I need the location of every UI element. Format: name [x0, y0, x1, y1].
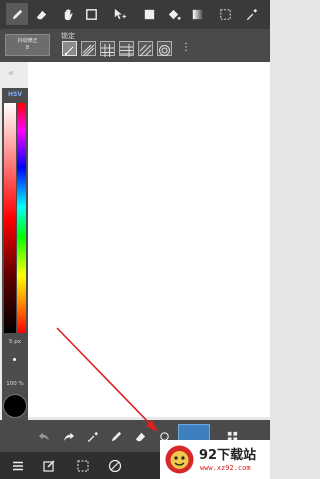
watermark: 92下载站 www.xz92.com [160, 440, 270, 479]
select-icon [77, 460, 89, 472]
action-pen-button[interactable] [108, 428, 124, 444]
app-root: 抖动修正 8 锁定 ⋮ « HSV 5 px 100 % 92下载站 www.x… [0, 0, 270, 479]
move-tool-button[interactable] [108, 3, 130, 25]
eyedropper-icon [246, 8, 257, 20]
bucket-tool-button[interactable] [162, 3, 184, 25]
fill-rect-button[interactable] [138, 3, 160, 25]
hand-tool-button[interactable] [57, 3, 79, 25]
gradient-tool-button[interactable] [186, 3, 208, 25]
pen-icon [12, 9, 22, 19]
saturation-value-slider[interactable] [4, 103, 16, 333]
edit-button[interactable] [40, 457, 58, 475]
marquee-icon [219, 8, 231, 20]
drawing-canvas[interactable] [28, 62, 270, 417]
current-color-swatch[interactable] [3, 394, 27, 418]
snap-label: 锁定 [61, 32, 75, 40]
stabilizer-button[interactable]: 抖动修正 8 [5, 34, 50, 56]
eyedropper-icon [87, 431, 98, 442]
gradient-icon [192, 9, 202, 19]
hue-slider[interactable] [17, 103, 26, 333]
menu-button[interactable] [9, 457, 27, 475]
snap-off-icon [65, 46, 74, 55]
snap-parallel-icon [82, 44, 95, 57]
eyedropper-tool-button[interactable] [240, 3, 262, 25]
eraser-tool-button[interactable] [30, 3, 52, 25]
hsv-label[interactable]: HSV [2, 91, 28, 98]
snap-circle-button[interactable] [157, 41, 172, 56]
square-select-icon [85, 8, 97, 20]
action-bar-left [0, 420, 28, 452]
top-toolbar [0, 0, 270, 29]
collapse-panel-button[interactable]: « [8, 68, 14, 79]
marquee-tool-button[interactable] [214, 3, 236, 25]
action-eraser-button[interactable] [132, 428, 148, 444]
select-button[interactable] [74, 457, 92, 475]
undo-button[interactable] [36, 428, 52, 444]
fill-rect-icon [144, 9, 154, 19]
more-options-button[interactable]: ⋮ [181, 41, 191, 55]
brush-size-preview [13, 358, 16, 361]
sub-toolbar: 抖动修正 8 锁定 ⋮ [0, 29, 270, 62]
redo-icon [63, 432, 74, 441]
menu-icon [13, 461, 23, 471]
watermark-url: www.xz92.com [200, 464, 251, 472]
transform-icon [108, 459, 122, 473]
bucket-icon [168, 9, 181, 20]
snap-perspective-button[interactable] [138, 41, 153, 57]
snap-radial-button[interactable] [119, 41, 134, 57]
hand-icon [64, 8, 73, 20]
opacity-label[interactable]: 100 % [2, 381, 28, 387]
action-eyedropper-button[interactable] [84, 428, 100, 444]
edit-icon [43, 460, 55, 472]
snap-grid-icon [101, 44, 114, 57]
watermark-logo-icon [165, 445, 194, 474]
brush-size-label[interactable]: 5 px [2, 339, 28, 345]
stabilizer-value: 8 [25, 45, 30, 51]
snap-perspective-icon [139, 44, 152, 57]
eraser-icon [36, 10, 46, 19]
move-icon [114, 8, 126, 19]
watermark-title: 92下载站 [199, 448, 257, 463]
snap-radial-icon [120, 44, 133, 57]
undo-icon [38, 432, 49, 441]
snap-grid-button[interactable] [100, 41, 115, 57]
color-panel: HSV 5 px 100 % [2, 88, 28, 420]
snap-circle-icon [159, 45, 170, 56]
pen-icon [111, 431, 121, 441]
stabilizer-label: 抖动修正 [17, 38, 38, 44]
redo-button[interactable] [60, 428, 76, 444]
square-select-button[interactable] [80, 3, 102, 25]
transform-button[interactable] [106, 457, 124, 475]
pen-tool-button[interactable] [6, 3, 28, 25]
snap-off-button[interactable] [62, 41, 77, 56]
snap-parallel-button[interactable] [81, 41, 96, 57]
eraser-icon [135, 432, 145, 441]
